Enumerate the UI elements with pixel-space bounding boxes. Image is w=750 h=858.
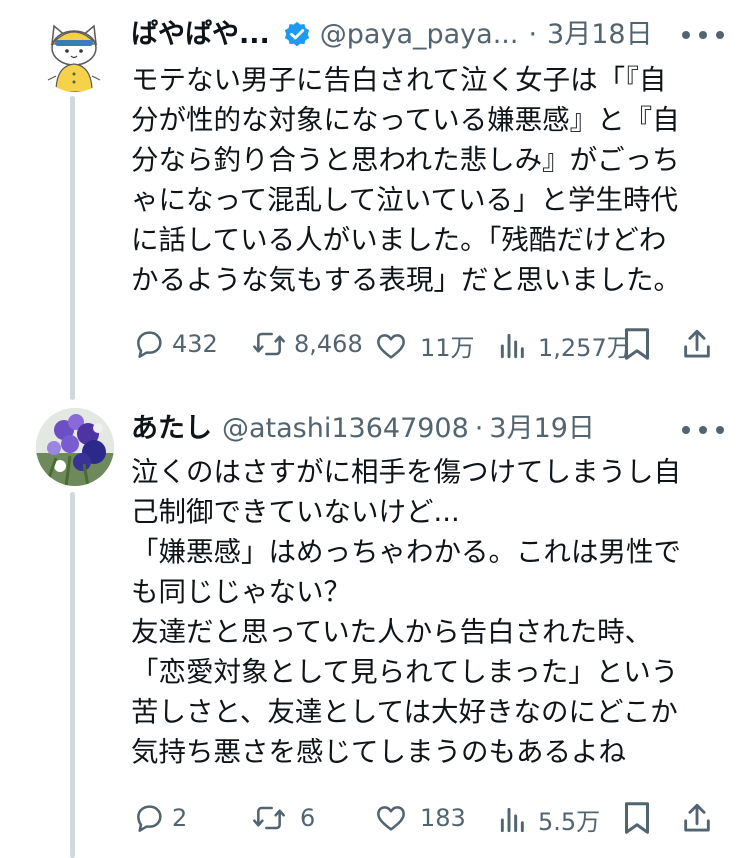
like-count: 183 (420, 804, 466, 832)
reply-count: 2 (172, 804, 188, 832)
like-button[interactable]: 11万 (374, 328, 475, 363)
views-button[interactable]: 5.5万 (498, 802, 600, 837)
bookmark-icon (625, 802, 649, 834)
view-count: 1,257万 (538, 334, 631, 362)
reply-button[interactable]: 2 (132, 802, 187, 834)
tweet-date[interactable]: 3月19日 (489, 412, 595, 446)
bookmark-icon (625, 328, 649, 360)
more-horizontal-icon[interactable] (682, 420, 724, 440)
like-button[interactable]: 183 (374, 802, 466, 834)
share-icon (684, 329, 710, 358)
speech-bubble-icon (137, 805, 162, 832)
retweet-count: 6 (300, 804, 316, 832)
bookmark-button[interactable] (622, 800, 652, 836)
bar-chart-icon (500, 333, 524, 358)
reply-button[interactable]: 432 (132, 328, 218, 360)
heart-icon (377, 333, 405, 359)
user-handle[interactable]: @paya_paya... (320, 18, 519, 52)
share-icon (684, 803, 710, 832)
like-count: 11万 (420, 334, 475, 362)
bar-chart-icon (500, 807, 524, 832)
separator-dot: · (528, 19, 538, 50)
speech-bubble-icon (137, 331, 162, 358)
view-count: 5.5万 (538, 808, 601, 836)
more-horizontal-icon[interactable] (682, 25, 724, 45)
share-button[interactable] (680, 800, 714, 836)
views-button[interactable]: 1,257万 (498, 328, 631, 363)
retweet-count: 8,468 (294, 330, 363, 358)
reply-count: 432 (172, 330, 218, 358)
retweet-button[interactable]: 8,468 (250, 328, 363, 360)
cat-illustration-avatar-image (47, 24, 101, 92)
tweet-text: 泣くのはさすがに相手を傷つけてしまうし自 己制御できていないけど... 「嫌悪感… (131, 456, 681, 768)
retweet-icon (253, 806, 285, 830)
tweet-actions: 432 8,468 11万 1,257万 (0, 322, 750, 366)
heart-icon (377, 806, 405, 831)
retweet-button[interactable]: 6 (250, 802, 315, 834)
avatar[interactable] (36, 14, 114, 92)
retweet-icon (253, 332, 285, 356)
tweet-actions: 2 6 183 5.5万 (0, 796, 750, 840)
tweet-header: あたし @atashi13647908 · 3月19日 (131, 412, 595, 446)
separator-dot: · (474, 413, 484, 444)
tweet-text: モテない男子に告白されて泣く女子は「『自 分が性的な対象になっている嫌悪感』と『… (131, 64, 681, 296)
display-name[interactable]: ぱやぱや... (131, 18, 270, 52)
tweet-date[interactable]: 3月18日 (547, 18, 653, 52)
flower-photo-avatar-image (36, 408, 114, 486)
share-button[interactable] (680, 326, 714, 362)
bookmark-button[interactable] (622, 326, 652, 362)
verified-badge-icon (282, 20, 312, 50)
display-name[interactable]: あたし (131, 412, 212, 446)
tweet-header: ぱやぱや... @paya_paya... · 3月18日 (131, 18, 653, 52)
user-handle[interactable]: @atashi13647908 (222, 412, 469, 446)
avatar[interactable] (36, 408, 114, 486)
